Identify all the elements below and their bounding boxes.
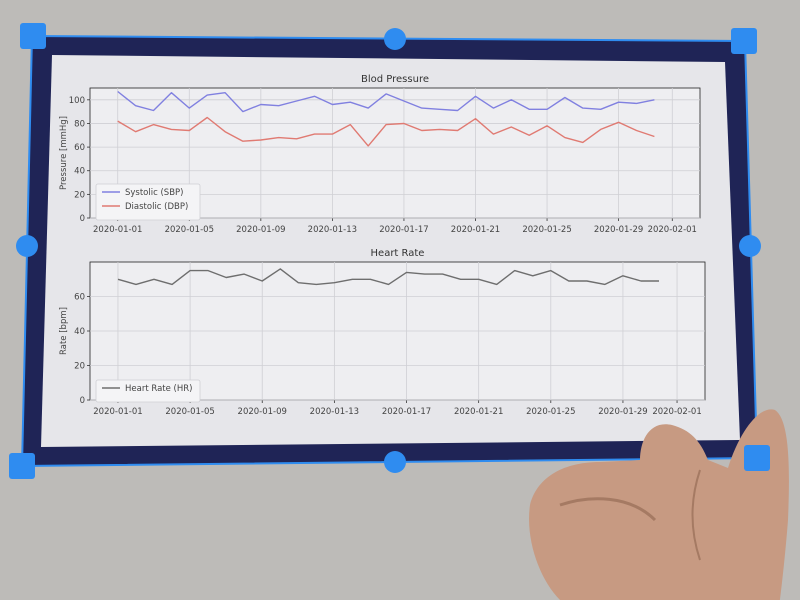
y-axis-label: Rate [bpm] bbox=[59, 307, 69, 355]
x-tick-label: 2020-01-21 bbox=[454, 407, 503, 417]
corner-handle-bottom-left[interactable] bbox=[9, 453, 35, 479]
y-tick-label: 80 bbox=[74, 119, 85, 129]
x-tick-label: 2020-01-05 bbox=[165, 407, 214, 417]
x-tick-label: 2020-01-01 bbox=[93, 407, 142, 417]
x-tick-label: 2020-01-29 bbox=[598, 407, 647, 417]
y-tick-label: 0 bbox=[80, 214, 85, 224]
legend-label: Diastolic (DBP) bbox=[125, 202, 188, 212]
legend-label: Systolic (SBP) bbox=[125, 188, 183, 198]
corner-handle-bottom-right[interactable] bbox=[744, 445, 770, 471]
y-tick-label: 40 bbox=[74, 167, 85, 177]
x-tick-label: 2020-02-01 bbox=[648, 225, 697, 235]
y-tick-label: 20 bbox=[74, 362, 85, 372]
x-tick-label: 2020-01-21 bbox=[451, 225, 500, 235]
y-tick-label: 60 bbox=[74, 143, 85, 153]
y-tick-label: 60 bbox=[74, 293, 85, 303]
x-tick-label: 2020-01-29 bbox=[594, 225, 643, 235]
chart-1: 2020-01-01 2020-01-05 2020-01-09 2020-01-13… bbox=[59, 248, 706, 417]
x-tick-label: 2020-01-25 bbox=[522, 225, 571, 235]
y-tick-label: 20 bbox=[74, 190, 85, 200]
y-axis-label: Pressure [mmHg] bbox=[59, 116, 69, 190]
x-tick-label: 2020-01-09 bbox=[238, 407, 287, 417]
chart-title: Blod Pressure bbox=[361, 74, 429, 85]
x-tick-label: 2020-01-13 bbox=[308, 225, 357, 235]
edge-handle-right[interactable] bbox=[739, 235, 761, 257]
legend-label: Heart Rate (HR) bbox=[125, 384, 192, 394]
y-tick-label: 0 bbox=[80, 396, 85, 406]
x-tick-label: 2020-01-01 bbox=[93, 225, 142, 235]
x-tick-label: 2020-01-05 bbox=[165, 225, 214, 235]
x-tick-label: 2020-02-01 bbox=[652, 407, 701, 417]
chart-0: 2020-01-01 2020-01-05 2020-01-09 2020-01-13… bbox=[59, 74, 701, 235]
x-tick-label: 2020-01-17 bbox=[382, 407, 431, 417]
y-tick-label: 100 bbox=[69, 96, 85, 106]
edge-handle-left[interactable] bbox=[16, 235, 38, 257]
corner-handle-top-right[interactable] bbox=[731, 28, 757, 54]
corner-handle-top-left[interactable] bbox=[20, 23, 46, 49]
x-tick-label: 2020-01-17 bbox=[379, 225, 428, 235]
edge-handle-top[interactable] bbox=[384, 28, 406, 50]
x-tick-label: 2020-01-25 bbox=[526, 407, 575, 417]
chart-title: Heart Rate bbox=[371, 248, 425, 259]
x-tick-label: 2020-01-09 bbox=[236, 225, 285, 235]
photo-scene: 2020-01-01 2020-01-05 2020-01-09 2020-01-13… bbox=[0, 0, 800, 600]
edge-handle-bottom[interactable] bbox=[384, 451, 406, 473]
x-tick-label: 2020-01-13 bbox=[310, 407, 359, 417]
y-tick-label: 40 bbox=[74, 327, 85, 337]
